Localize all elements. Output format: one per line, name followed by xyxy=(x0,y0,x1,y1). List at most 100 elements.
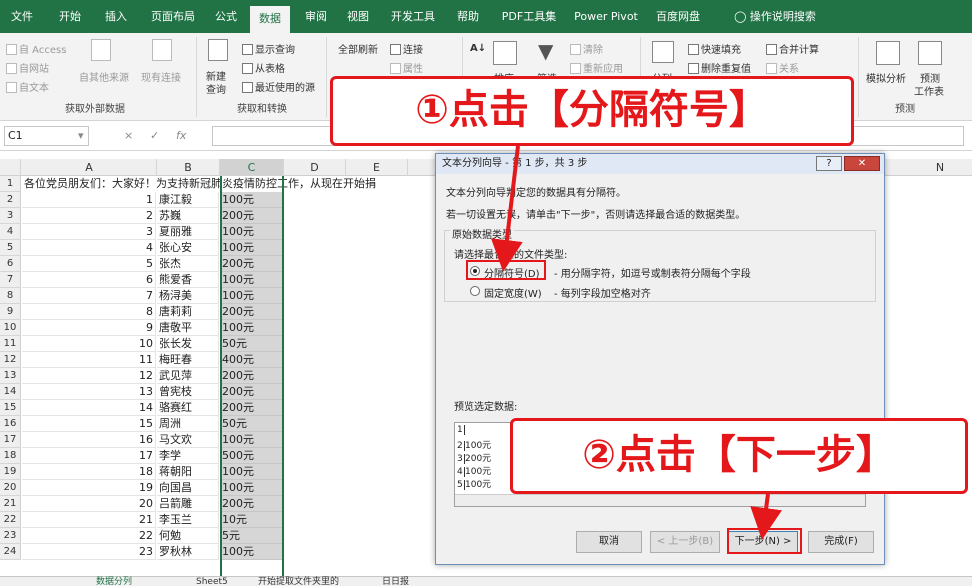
new-query-button[interactable]: 查询 xyxy=(206,81,226,96)
row-header[interactable]: 11 xyxy=(0,336,21,352)
cell-name[interactable]: 李学 xyxy=(157,448,219,464)
dialog-help-button[interactable]: ? xyxy=(816,156,842,171)
cell-amount[interactable]: 10元 xyxy=(220,512,283,528)
remove-duplicates-button[interactable]: 删除重复值 xyxy=(688,60,751,75)
column-header-c[interactable]: C xyxy=(220,159,284,176)
cell-name[interactable]: 李玉兰 xyxy=(157,512,219,528)
cell-name[interactable]: 张长发 xyxy=(157,336,219,352)
tab-developer[interactable]: 开发工具 xyxy=(384,0,442,33)
tab-help[interactable]: 帮助 xyxy=(450,0,486,33)
cell-name[interactable]: 吕箭雕 xyxy=(157,496,219,512)
reapply-button[interactable]: 重新应用 xyxy=(570,60,623,75)
row-header[interactable]: 9 xyxy=(0,304,21,320)
tab-home[interactable]: 开始 xyxy=(52,0,88,33)
row-header[interactable]: 5 xyxy=(0,240,21,256)
cell-index[interactable]: 17 xyxy=(22,448,156,464)
row-header[interactable]: 13 xyxy=(0,368,21,384)
cell-name[interactable]: 张杰 xyxy=(157,256,219,272)
cell-index[interactable]: 21 xyxy=(22,512,156,528)
row-header[interactable]: 24 xyxy=(0,544,21,560)
cell-name[interactable]: 夏丽雅 xyxy=(157,224,219,240)
properties-button[interactable]: 属性 xyxy=(390,60,423,75)
cell-amount[interactable]: 200元 xyxy=(220,256,283,272)
cell-name[interactable]: 罗秋林 xyxy=(157,544,219,560)
row-header[interactable]: 17 xyxy=(0,432,21,448)
tab-data[interactable]: 数据 xyxy=(250,6,290,33)
cell-name[interactable]: 马文欢 xyxy=(157,432,219,448)
cell-index[interactable]: 6 xyxy=(22,272,156,288)
cell-name[interactable]: 向国昌 xyxy=(157,480,219,496)
row-header[interactable]: 1 xyxy=(0,176,21,192)
row-header[interactable]: 21 xyxy=(0,496,21,512)
cell-index[interactable]: 5 xyxy=(22,256,156,272)
tell-me-search[interactable]: ◯ 操作说明搜索 xyxy=(720,0,830,33)
cell-a1[interactable]: 各位党员朋友们：大家好！为支持新冠肺炎疫情防控工作，从现在开始捐 xyxy=(22,176,442,192)
name-box-dropdown-icon[interactable]: ▾ xyxy=(78,129,84,142)
cell-amount[interactable]: 200元 xyxy=(220,304,283,320)
preview-horizontal-scrollbar[interactable] xyxy=(455,494,865,506)
row-header[interactable]: 2 xyxy=(0,192,21,208)
tab-power-pivot[interactable]: Power Pivot xyxy=(570,0,642,33)
cell-index[interactable]: 2 xyxy=(22,208,156,224)
tab-page-layout[interactable]: 页面布局 xyxy=(144,0,202,33)
name-box[interactable]: C1 xyxy=(4,126,89,146)
row-header[interactable]: 18 xyxy=(0,448,21,464)
row-header[interactable]: 7 xyxy=(0,272,21,288)
cell-index[interactable]: 14 xyxy=(22,400,156,416)
cell-name[interactable]: 杨浔美 xyxy=(157,288,219,304)
row-header[interactable]: 14 xyxy=(0,384,21,400)
cell-name[interactable]: 曾宪枝 xyxy=(157,384,219,400)
row-header[interactable]: 15 xyxy=(0,400,21,416)
cell-name[interactable]: 武见萍 xyxy=(157,368,219,384)
cell-amount[interactable]: 100元 xyxy=(220,464,283,480)
connections-button[interactable]: 连接 xyxy=(390,41,423,56)
cell-name[interactable]: 梅旺春 xyxy=(157,352,219,368)
cell-name[interactable]: 苏巍 xyxy=(157,208,219,224)
from-text-button[interactable]: 自文本 xyxy=(6,79,49,94)
cell-amount[interactable]: 100元 xyxy=(220,192,283,208)
cell-index[interactable]: 7 xyxy=(22,288,156,304)
cell-amount[interactable]: 100元 xyxy=(220,272,283,288)
row-header[interactable]: 6 xyxy=(0,256,21,272)
row-header[interactable]: 10 xyxy=(0,320,21,336)
sort-ascending-icon[interactable]: A↓ xyxy=(470,43,486,54)
cell-name[interactable]: 唐敬平 xyxy=(157,320,219,336)
cell-index[interactable]: 12 xyxy=(22,368,156,384)
enter-icon[interactable]: ✓ xyxy=(150,129,159,142)
cell-name[interactable]: 唐莉莉 xyxy=(157,304,219,320)
cell-name[interactable]: 康江毅 xyxy=(157,192,219,208)
cell-index[interactable]: 9 xyxy=(22,320,156,336)
cell-amount[interactable]: 500元 xyxy=(220,448,283,464)
tab-view[interactable]: 视图 xyxy=(340,0,376,33)
cell-name[interactable]: 熊爱香 xyxy=(157,272,219,288)
from-access-button[interactable]: 自 Access xyxy=(6,41,66,56)
column-header-a[interactable]: A xyxy=(22,159,157,176)
cell-index[interactable]: 3 xyxy=(22,224,156,240)
existing-connections-button[interactable]: 现有连接 xyxy=(141,69,181,84)
cell-index[interactable]: 20 xyxy=(22,496,156,512)
cell-name[interactable]: 周洲 xyxy=(157,416,219,432)
row-header[interactable]: 23 xyxy=(0,528,21,544)
cell-amount[interactable]: 100元 xyxy=(220,224,283,240)
from-web-button[interactable]: 自网站 xyxy=(6,60,49,75)
cell-index[interactable]: 8 xyxy=(22,304,156,320)
column-header-b[interactable]: B xyxy=(157,159,220,176)
cell-amount[interactable]: 100元 xyxy=(220,432,283,448)
recent-sources-button[interactable]: 最近使用的源 xyxy=(242,79,315,94)
tab-pdf-tools[interactable]: PDF工具集 xyxy=(496,0,562,33)
row-header[interactable]: 22 xyxy=(0,512,21,528)
column-header-e[interactable]: E xyxy=(346,159,408,176)
cell-index[interactable]: 18 xyxy=(22,464,156,480)
cell-name[interactable]: 张心安 xyxy=(157,240,219,256)
insert-function-icon[interactable]: fx xyxy=(176,129,186,142)
cell-amount[interactable]: 100元 xyxy=(220,240,283,256)
row-header[interactable]: 4 xyxy=(0,224,21,240)
cell-index[interactable]: 11 xyxy=(22,352,156,368)
row-header[interactable]: 20 xyxy=(0,480,21,496)
cell-index[interactable]: 16 xyxy=(22,432,156,448)
tab-file[interactable]: 文件 xyxy=(6,0,38,33)
row-header[interactable]: 8 xyxy=(0,288,21,304)
dialog-close-button[interactable]: ✕ xyxy=(844,156,880,171)
cell-name[interactable]: 何勉 xyxy=(157,528,219,544)
what-if-analysis-button[interactable]: 模拟分析 xyxy=(866,70,906,85)
